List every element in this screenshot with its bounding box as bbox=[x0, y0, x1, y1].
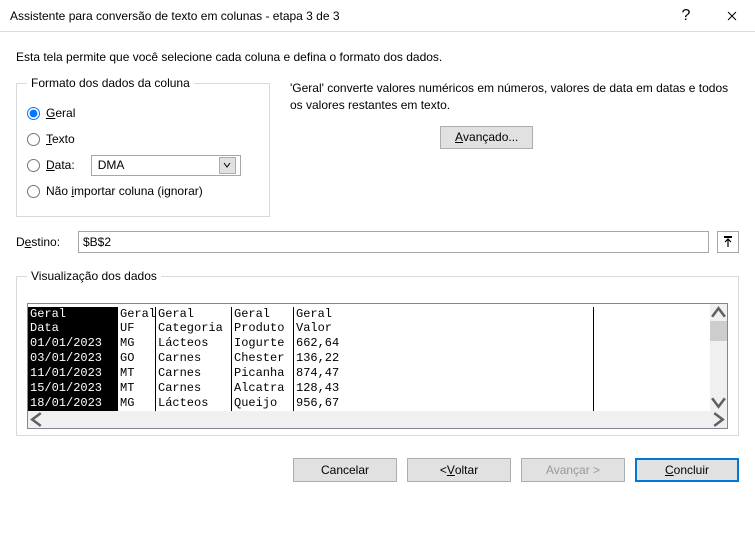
destination-label: Destino: bbox=[16, 235, 70, 249]
finish-button[interactable]: Concluir bbox=[635, 458, 739, 482]
description-text: 'Geral' converte valores numéricos em nú… bbox=[290, 80, 739, 114]
next-button: Avançar > bbox=[521, 458, 625, 482]
chevron-down-icon bbox=[710, 394, 727, 411]
dropdown-button[interactable] bbox=[219, 157, 236, 174]
cancel-button[interactable]: Cancelar bbox=[293, 458, 397, 482]
preview-cell[interactable]: GO bbox=[118, 351, 156, 366]
preview-group: Visualização dos dados GeralGeralGeralGe… bbox=[16, 269, 739, 436]
preview-cell[interactable]: MT bbox=[118, 366, 156, 381]
intro-text: Esta tela permite que você selecione cad… bbox=[16, 50, 739, 64]
preview-cell[interactable]: Valor bbox=[294, 321, 594, 336]
table-row: DataUFCategoriaProdutoValor bbox=[28, 321, 710, 336]
preview-cell[interactable]: 136,22 bbox=[294, 351, 594, 366]
preview-cell[interactable]: 01/01/2023 bbox=[28, 336, 118, 351]
radio-skip-row: Não importar coluna (ignorar) bbox=[27, 180, 259, 202]
radio-skip-label[interactable]: Não importar coluna (ignorar) bbox=[46, 184, 203, 198]
close-icon bbox=[727, 11, 737, 21]
radio-skip[interactable] bbox=[27, 185, 40, 198]
scroll-thumb[interactable] bbox=[710, 321, 727, 341]
horizontal-scrollbar[interactable] bbox=[28, 411, 727, 428]
footer: Cancelar < Voltar Avançar > Concluir bbox=[0, 444, 755, 496]
preview-header[interactable]: Geral bbox=[294, 307, 594, 321]
description-col: 'Geral' converte valores numéricos em nú… bbox=[284, 76, 739, 217]
radio-date-row: Data: DMA bbox=[27, 154, 259, 176]
preview-cell[interactable]: Categoria bbox=[156, 321, 232, 336]
preview-cell[interactable]: 662,64 bbox=[294, 336, 594, 351]
destination-input[interactable] bbox=[78, 231, 709, 253]
preview-legend: Visualização dos dados bbox=[27, 269, 161, 283]
range-picker-button[interactable] bbox=[717, 231, 739, 253]
preview-pane: GeralGeralGeralGeralGeral DataUFCategori… bbox=[27, 303, 728, 429]
back-button[interactable]: < Voltar bbox=[407, 458, 511, 482]
radio-date-label[interactable]: Data: bbox=[46, 158, 75, 172]
preview-header[interactable]: Geral bbox=[118, 307, 156, 321]
scroll-down-button[interactable] bbox=[710, 394, 727, 411]
preview-cell[interactable]: 956,67 bbox=[294, 396, 594, 411]
preview-cell[interactable]: 03/01/2023 bbox=[28, 351, 118, 366]
table-row: 01/01/2023MGLácteosIogurte662,64 bbox=[28, 336, 710, 351]
destination-row: Destino: bbox=[16, 231, 739, 253]
preview-cell[interactable]: Lácteos bbox=[156, 396, 232, 411]
table-row: 18/01/2023MGLácteosQueijo956,67 bbox=[28, 396, 710, 411]
table-row: 03/01/2023GOCarnesChester136,22 bbox=[28, 351, 710, 366]
radio-date[interactable] bbox=[27, 159, 40, 172]
preview-cell[interactable]: 15/01/2023 bbox=[28, 381, 118, 396]
close-button[interactable] bbox=[709, 0, 755, 32]
help-button[interactable]: ? bbox=[663, 0, 709, 32]
date-format-dropdown[interactable]: DMA bbox=[91, 155, 241, 176]
preview-cell[interactable]: Carnes bbox=[156, 366, 232, 381]
scroll-left-button[interactable] bbox=[28, 411, 45, 428]
preview-header[interactable]: Geral bbox=[156, 307, 232, 321]
preview-cell[interactable]: 874,47 bbox=[294, 366, 594, 381]
vertical-scrollbar[interactable] bbox=[710, 304, 727, 411]
preview-cell[interactable]: Picanha bbox=[232, 366, 294, 381]
range-picker-icon bbox=[722, 236, 734, 248]
chevron-down-icon bbox=[223, 161, 231, 169]
scroll-up-button[interactable] bbox=[710, 304, 727, 321]
format-group: Formato dos dados da coluna Geral Texto … bbox=[16, 76, 270, 217]
preview-cell[interactable]: Produto bbox=[232, 321, 294, 336]
table-row: 15/01/2023MTCarnesAlcatra128,43 bbox=[28, 381, 710, 396]
date-format-value: DMA bbox=[98, 158, 125, 172]
radio-general[interactable] bbox=[27, 107, 40, 120]
chevron-left-icon bbox=[28, 411, 45, 428]
radio-general-label[interactable]: Geral bbox=[46, 106, 75, 120]
chevron-right-icon bbox=[710, 411, 727, 428]
titlebar: Assistente para conversão de texto em co… bbox=[0, 0, 755, 32]
preview-cell[interactable]: 11/01/2023 bbox=[28, 366, 118, 381]
preview-cell[interactable]: 128,43 bbox=[294, 381, 594, 396]
preview-cell[interactable]: 18/01/2023 bbox=[28, 396, 118, 411]
preview-cell[interactable]: Carnes bbox=[156, 351, 232, 366]
preview-header[interactable]: Geral bbox=[28, 307, 118, 321]
preview-cell[interactable]: Alcatra bbox=[232, 381, 294, 396]
radio-general-row: Geral bbox=[27, 102, 259, 124]
dialog-content: Esta tela permite que você selecione cad… bbox=[0, 32, 755, 444]
preview-cell[interactable]: Lácteos bbox=[156, 336, 232, 351]
radio-text-row: Texto bbox=[27, 128, 259, 150]
preview-cell[interactable]: Queijo bbox=[232, 396, 294, 411]
window-title: Assistente para conversão de texto em co… bbox=[10, 9, 663, 23]
advanced-button[interactable]: Avançado... bbox=[440, 126, 533, 149]
format-legend: Formato dos dados da coluna bbox=[27, 76, 194, 90]
chevron-up-icon bbox=[710, 304, 727, 321]
preview-table[interactable]: GeralGeralGeralGeralGeral DataUFCategori… bbox=[28, 304, 710, 411]
preview-cell[interactable]: MG bbox=[118, 396, 156, 411]
preview-cell[interactable]: Carnes bbox=[156, 381, 232, 396]
preview-cell[interactable]: Iogurte bbox=[232, 336, 294, 351]
preview-cell[interactable]: Data bbox=[28, 321, 118, 336]
preview-cell[interactable]: MG bbox=[118, 336, 156, 351]
table-row: 11/01/2023MTCarnesPicanha874,47 bbox=[28, 366, 710, 381]
radio-text[interactable] bbox=[27, 133, 40, 146]
preview-cell[interactable]: UF bbox=[118, 321, 156, 336]
scroll-right-button[interactable] bbox=[710, 411, 727, 428]
preview-header[interactable]: Geral bbox=[232, 307, 294, 321]
radio-text-label[interactable]: Texto bbox=[46, 132, 75, 146]
preview-cell[interactable]: Chester bbox=[232, 351, 294, 366]
preview-cell[interactable]: MT bbox=[118, 381, 156, 396]
